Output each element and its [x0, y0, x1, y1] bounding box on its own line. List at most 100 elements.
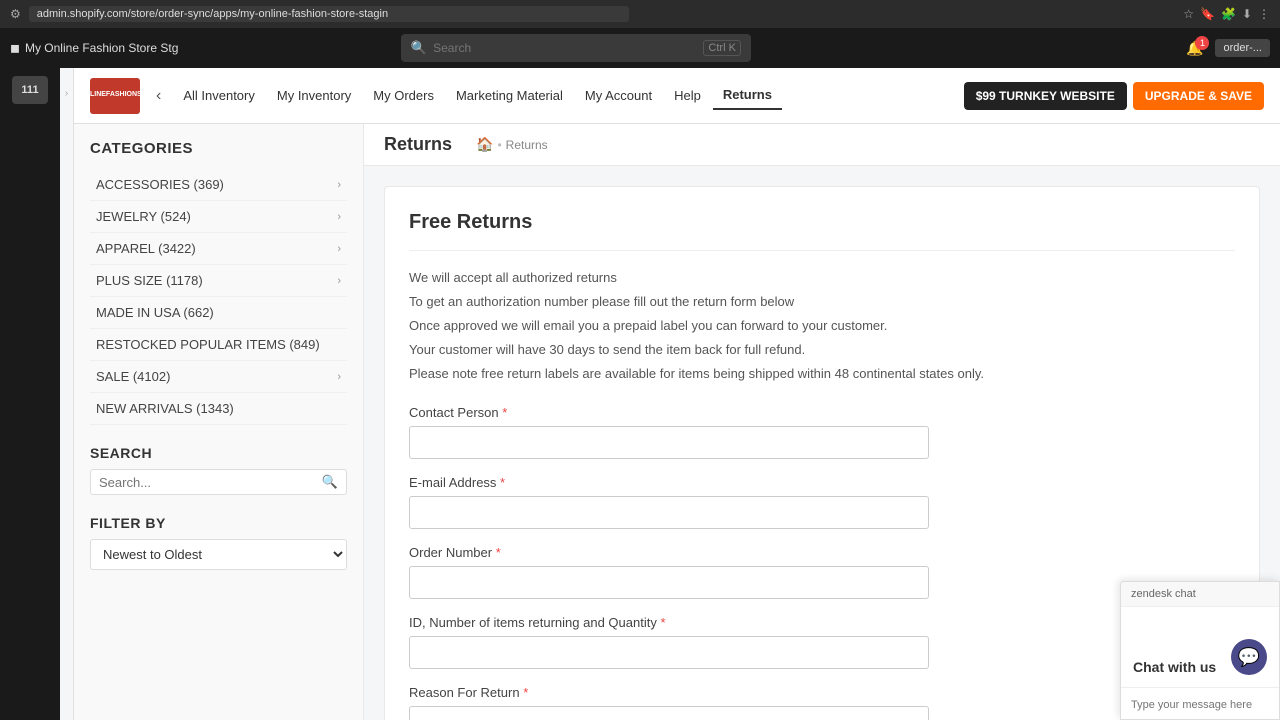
category-accessories[interactable]: ACCESSORIES (369) ›	[90, 169, 347, 201]
required-marker: *	[500, 475, 505, 490]
chevron-right-icon: ›	[337, 243, 341, 255]
category-apparel[interactable]: APPAREL (3422) ›	[90, 233, 347, 265]
admin-search-input[interactable]	[433, 41, 697, 55]
reason-for-return-field: Reason For Return *	[409, 685, 1235, 720]
required-marker: *	[502, 405, 507, 420]
filter-title: FILTER BY	[90, 515, 347, 531]
nav-collapse-btn[interactable]: ‹	[156, 87, 161, 105]
page-title: Returns	[384, 134, 452, 155]
nav-marketing-material[interactable]: Marketing Material	[446, 82, 573, 109]
chevron-right-icon: ›	[337, 211, 341, 223]
chat-widget[interactable]: zendesk chat Chat with us 💬	[1120, 581, 1280, 720]
category-plus-size[interactable]: PLUS SIZE (1178) ›	[90, 265, 347, 297]
home-icon[interactable]: 🏠	[476, 136, 493, 153]
sidebar-search-wrap[interactable]: 🔍	[90, 469, 347, 495]
breadcrumb-current: Returns	[506, 138, 548, 152]
page-header: Returns 🏠 • Returns	[364, 124, 1280, 166]
chevron-right-icon: ›	[337, 371, 341, 383]
nav-my-account[interactable]: My Account	[575, 82, 662, 109]
category-made-in-usa[interactable]: MADE IN USA (662)	[90, 297, 347, 329]
chat-input[interactable]	[1131, 699, 1269, 711]
search-section: SEARCH 🔍	[90, 445, 347, 495]
form-description: We will accept all authorized returns To…	[409, 267, 1235, 385]
keyboard-shortcut: Ctrl K	[703, 40, 741, 56]
content-sidebar: CATEGORIES ACCESSORIES (369) › JEWELRY (…	[74, 124, 364, 720]
chat-title: Chat with us	[1133, 659, 1216, 675]
contact-person-input[interactable]	[409, 426, 929, 459]
logo-image: MYONLINEFASHIONSTORE	[90, 78, 140, 114]
chevron-right-icon: ›	[337, 179, 341, 191]
store-icon: ◼	[10, 41, 20, 55]
sidebar-search-button[interactable]: 🔍	[322, 474, 338, 490]
shopify-sidebar: 111	[0, 68, 60, 720]
reason-for-return-input[interactable]	[409, 706, 929, 720]
required-marker: *	[496, 545, 501, 560]
chat-widget-body: Chat with us 💬	[1121, 607, 1279, 687]
order-number-field: Order Number *	[409, 545, 1235, 599]
desc-line-2: To get an authorization number please fi…	[409, 291, 1235, 313]
app-logo: MYONLINEFASHIONSTORE	[90, 78, 140, 114]
breadcrumb-separator: •	[497, 138, 501, 152]
notification-badge: 1	[1195, 36, 1209, 50]
store-name: ◼ My Online Fashion Store Stg	[10, 41, 178, 55]
category-jewelry[interactable]: JEWELRY (524) ›	[90, 201, 347, 233]
turnkey-website-button[interactable]: $99 TURNKEY WEBSITE	[964, 82, 1127, 110]
nav-returns[interactable]: Returns	[713, 81, 782, 110]
email-label: E-mail Address *	[409, 475, 1235, 490]
category-sale[interactable]: SALE (4102) ›	[90, 361, 347, 393]
sidebar-badge: 111	[12, 76, 48, 104]
form-title: Free Returns	[409, 211, 1235, 251]
app-header: MYONLINEFASHIONSTORE ‹ All Inventory My …	[74, 68, 1280, 124]
order-number-input[interactable]	[409, 566, 929, 599]
items-quantity-input[interactable]	[409, 636, 929, 669]
notification-icon[interactable]: 🔔 1	[1186, 40, 1203, 57]
categories-title: CATEGORIES	[90, 140, 347, 157]
reason-for-return-label: Reason For Return *	[409, 685, 1235, 700]
required-marker: *	[660, 615, 665, 630]
main-area: MYONLINEFASHIONSTORE ‹ All Inventory My …	[74, 68, 1280, 720]
chat-widget-header: zendesk chat	[1121, 582, 1279, 607]
chat-icon: 💬	[1231, 639, 1267, 675]
filter-select[interactable]: Newest to OldestOldest to NewestPrice: L…	[90, 539, 347, 570]
desc-line-4: Your customer will have 30 days to send …	[409, 339, 1235, 361]
extensions-icon[interactable]: 🧩	[1221, 7, 1236, 21]
browser-actions: ☆ 🔖 🧩 ⬇ ⋮	[1183, 7, 1270, 21]
admin-search-box[interactable]: 🔍 Ctrl K	[401, 34, 751, 62]
items-quantity-field: ID, Number of items returning and Quanti…	[409, 615, 1235, 669]
breadcrumb: 🏠 • Returns	[476, 136, 548, 153]
chat-input-area[interactable]	[1121, 687, 1279, 719]
browser-icon: ⚙	[10, 7, 21, 21]
search-icon: 🔍	[411, 40, 427, 56]
admin-right-icons: 🔔 1 order-...	[1186, 39, 1270, 57]
order-number-label: Order Number *	[409, 545, 1235, 560]
category-restocked[interactable]: RESTOCKED POPULAR ITEMS (849)	[90, 329, 347, 361]
bookmark-icon[interactable]: 🔖	[1200, 7, 1215, 21]
menu-icon[interactable]: ⋮	[1258, 7, 1270, 21]
app-nav: All Inventory My Inventory My Orders Mar…	[173, 81, 963, 110]
email-field: E-mail Address *	[409, 475, 1235, 529]
desc-line-5: Please note free return labels are avail…	[409, 363, 1235, 385]
sidebar-search-input[interactable]	[99, 475, 318, 490]
category-new-arrivals[interactable]: NEW ARRIVALS (1343)	[90, 393, 347, 425]
content-row: CATEGORIES ACCESSORIES (369) › JEWELRY (…	[74, 124, 1280, 720]
download-icon[interactable]: ⬇	[1242, 7, 1252, 21]
email-input[interactable]	[409, 496, 929, 529]
desc-line-1: We will accept all authorized returns	[409, 267, 1235, 289]
chevron-right-icon: ›	[337, 275, 341, 287]
nav-my-orders[interactable]: My Orders	[363, 82, 444, 109]
search-title: SEARCH	[90, 445, 347, 461]
contact-person-field: Contact Person *	[409, 405, 1235, 459]
filter-section: FILTER BY Newest to OldestOldest to Newe…	[90, 515, 347, 570]
star-icon[interactable]: ☆	[1183, 7, 1194, 21]
nav-all-inventory[interactable]: All Inventory	[173, 82, 265, 109]
nav-help[interactable]: Help	[664, 82, 711, 109]
contact-person-label: Contact Person *	[409, 405, 1235, 420]
user-button[interactable]: order-...	[1215, 39, 1270, 57]
upgrade-save-button[interactable]: UPGRADE & SAVE	[1133, 82, 1264, 110]
desc-line-3: Once approved we will email you a prepai…	[409, 315, 1235, 337]
browser-url[interactable]: admin.shopify.com/store/order-sync/apps/…	[29, 6, 629, 22]
nav-my-inventory[interactable]: My Inventory	[267, 82, 361, 109]
side-collapse-arrow[interactable]: ›	[65, 88, 68, 99]
browser-bar: ⚙ admin.shopify.com/store/order-sync/app…	[0, 0, 1280, 28]
items-quantity-label: ID, Number of items returning and Quanti…	[409, 615, 1235, 630]
